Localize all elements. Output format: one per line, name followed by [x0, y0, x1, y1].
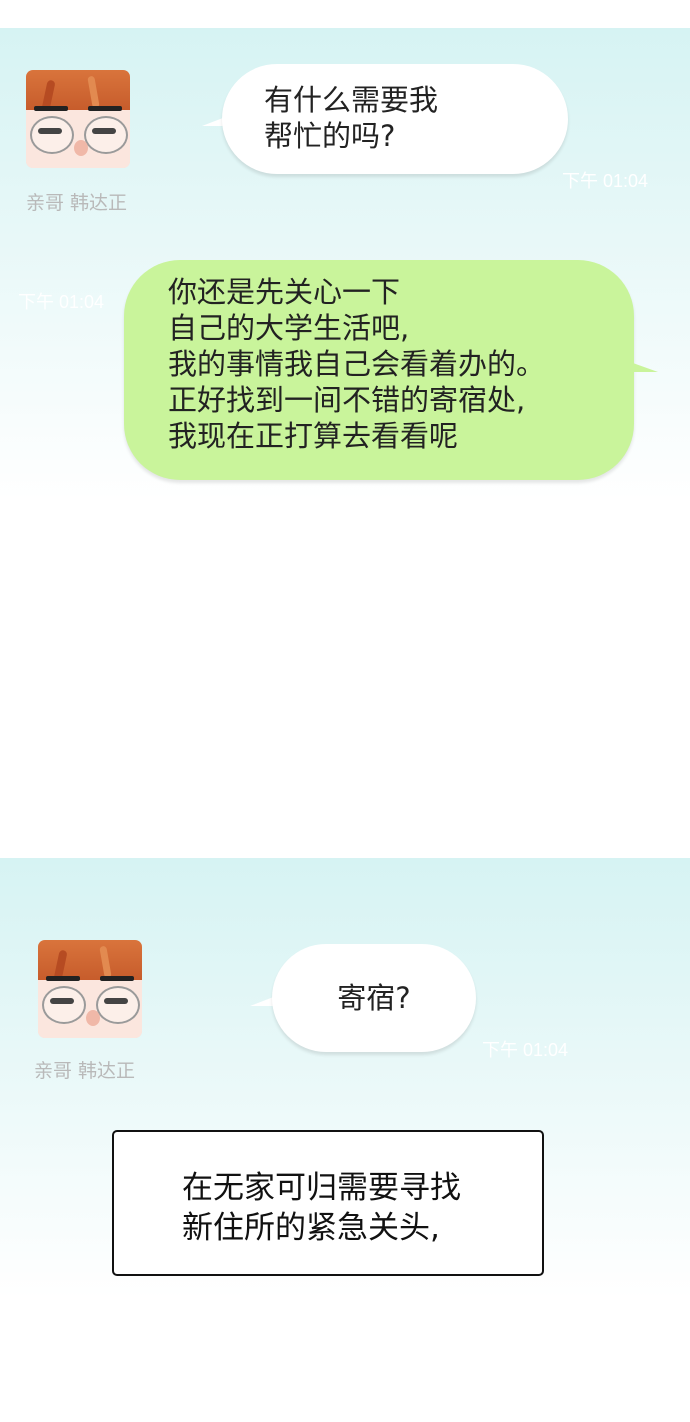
incoming-message-text: 寄宿?	[337, 981, 411, 1015]
outgoing-message-bubble[interactable]: 你还是先关心一下 自己的大学生活吧, 我的事情我自己会看着办的。 正好找到一间不…	[124, 260, 634, 480]
sender-name: 亲哥 韩达正	[34, 1060, 136, 1082]
incoming-message-time: 下午 01:04	[482, 1040, 569, 1060]
narration-caption: 在无家可归需要寻找 新住所的紧急关头,	[112, 1130, 544, 1276]
incoming-message-text: 有什么需要我 帮忙的吗?	[264, 83, 439, 153]
incoming-message-bubble[interactable]: 寄宿?	[272, 944, 476, 1052]
outgoing-message-text: 你还是先关心一下 自己的大学生活吧, 我的事情我自己会看着办的。 正好找到一间不…	[168, 275, 546, 453]
avatar-icon[interactable]	[26, 70, 130, 168]
avatar-icon[interactable]	[38, 940, 142, 1038]
narration-text: 在无家可归需要寻找 新住所的紧急关头,	[182, 1170, 461, 1246]
outgoing-bubble-tail	[630, 362, 658, 372]
incoming-message-time: 下午 01:04	[562, 171, 649, 191]
outgoing-message-time: 下午 01:04	[18, 292, 105, 312]
chat-panel-1: 亲哥 韩达正 有什么需要我 帮忙的吗? 下午 01:04 下午 01:04 你还…	[0, 28, 690, 500]
sender-name: 亲哥 韩达正	[26, 192, 128, 214]
incoming-message-bubble[interactable]: 有什么需要我 帮忙的吗?	[222, 64, 568, 174]
